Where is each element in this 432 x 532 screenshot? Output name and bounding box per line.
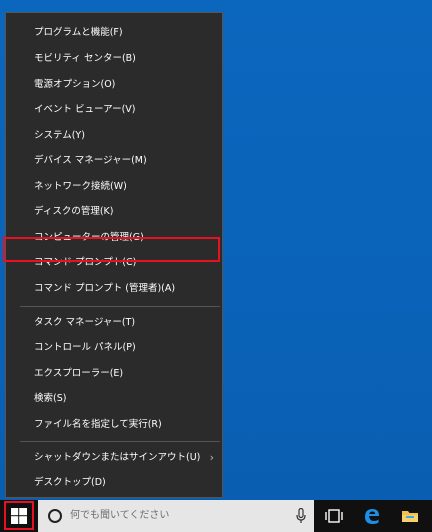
menu-item-label: ディスクの管理(K) (34, 206, 114, 217)
menu-item-power-options[interactable]: 電源オプション(O) (6, 73, 222, 97)
menu-item-programs-features[interactable]: プログラムと機能(F) (6, 21, 222, 45)
menu-item-label: シャットダウンまたはサインアウト(U) (34, 452, 201, 463)
menu-item-system[interactable]: システム(Y) (6, 124, 222, 148)
menu-item-label: ファイル名を指定して実行(R) (34, 419, 162, 430)
menu-item-computer-management[interactable]: コンピューターの管理(G) (6, 226, 222, 250)
menu-item-command-prompt-admin[interactable]: コマンド プロンプト (管理者)(A) (6, 277, 222, 301)
menu-item-label: 検索(S) (34, 393, 67, 404)
menu-item-search[interactable]: 検索(S) (6, 387, 222, 411)
menu-item-label: システム(Y) (34, 130, 85, 141)
menu-item-shutdown-signout[interactable]: シャットダウンまたはサインアウト(U) › (6, 446, 222, 470)
menu-item-run[interactable]: ファイル名を指定して実行(R) (6, 413, 222, 437)
menu-item-label: エクスプローラー(E) (34, 368, 124, 379)
menu-item-label: ネットワーク接続(W) (34, 181, 127, 192)
menu-item-label: イベント ビューアー(V) (34, 104, 136, 115)
menu-item-label: デバイス マネージャー(M) (34, 155, 147, 166)
winx-context-menu: プログラムと機能(F) モビリティ センター(B) 電源オプション(O) イベン… (5, 12, 223, 498)
task-view-icon[interactable] (324, 506, 344, 526)
menu-item-task-manager[interactable]: タスク マネージャー(T) (6, 311, 222, 335)
menu-item-device-manager[interactable]: デバイス マネージャー(M) (6, 149, 222, 173)
search-placeholder: 何でも聞いてください (70, 510, 170, 521)
menu-item-network-connections[interactable]: ネットワーク接続(W) (6, 175, 222, 199)
start-button[interactable] (0, 500, 38, 532)
search-circle-icon (48, 509, 62, 523)
menu-item-control-panel[interactable]: コントロール パネル(P) (6, 336, 222, 360)
menu-item-event-viewer[interactable]: イベント ビューアー(V) (6, 98, 222, 122)
menu-item-explorer[interactable]: エクスプローラー(E) (6, 362, 222, 386)
search-box[interactable]: 何でも聞いてください (38, 500, 314, 532)
menu-item-mobility-center[interactable]: モビリティ センター(B) (6, 47, 222, 71)
menu-item-label: プログラムと機能(F) (34, 27, 123, 38)
file-explorer-icon[interactable] (400, 506, 420, 526)
menu-item-label: コンピューターの管理(G) (34, 232, 144, 243)
menu-item-label: 電源オプション(O) (34, 79, 116, 90)
taskbar: 何でも聞いてください (0, 500, 432, 532)
menu-separator (20, 441, 220, 442)
chevron-right-icon: › (209, 451, 214, 464)
windows-start-icon (11, 508, 27, 524)
menu-item-label: コントロール パネル(P) (34, 342, 136, 353)
menu-item-label: タスク マネージャー(T) (34, 317, 136, 328)
menu-item-label: モビリティ センター(B) (34, 53, 136, 64)
menu-item-disk-management[interactable]: ディスクの管理(K) (6, 200, 222, 224)
edge-icon[interactable] (362, 506, 382, 526)
microphone-icon[interactable] (296, 508, 306, 524)
menu-item-label: コマンド プロンプト (管理者)(A) (34, 283, 176, 294)
menu-separator (20, 306, 220, 307)
menu-item-label: コマンド プロンプト(C) (34, 257, 137, 268)
menu-item-desktop[interactable]: デスクトップ(D) (6, 471, 222, 495)
menu-item-command-prompt[interactable]: コマンド プロンプト(C) (6, 251, 222, 275)
menu-item-label: デスクトップ(D) (34, 477, 106, 488)
